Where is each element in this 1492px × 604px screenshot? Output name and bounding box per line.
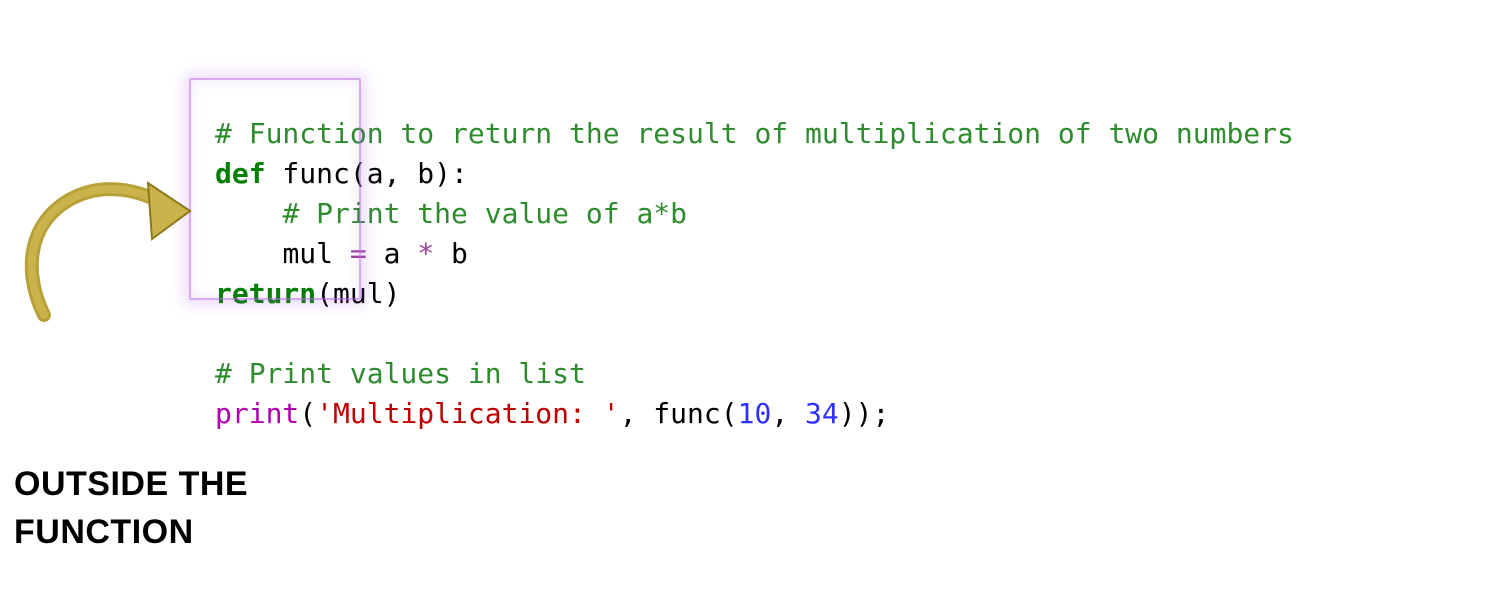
arrow-icon [14, 155, 194, 325]
tok-rparen-close: ) [384, 277, 401, 310]
tok-star: * [417, 237, 434, 270]
code-comment-3: # Print values in list [215, 357, 586, 390]
tok-popen: ( [299, 397, 316, 430]
tok-def: def [215, 157, 266, 190]
tok-argsep: , [771, 397, 805, 430]
code-comment-1: # Function to return the result of multi… [215, 117, 1294, 150]
indent [215, 237, 282, 270]
tok-lhs: mul [282, 237, 349, 270]
tok-paren-open: ( [350, 157, 367, 190]
tok-num2: 34 [805, 397, 839, 430]
annotation-label: OUTSIDE THE FUNCTION [14, 460, 248, 556]
tok-num1: 10 [738, 397, 772, 430]
tok-equals: = [350, 237, 367, 270]
tok-a: a [367, 237, 418, 270]
tok-funcall: , func( [620, 397, 738, 430]
tok-rparen-open: ( [316, 277, 333, 310]
tok-print: print [215, 397, 299, 430]
tok-return: return [215, 277, 316, 310]
tok-paren-close: ): [434, 157, 468, 190]
tok-mul: mul [333, 277, 384, 310]
tok-params: a, b [367, 157, 434, 190]
tok-funcname: func [266, 157, 350, 190]
tok-string: 'Multiplication: ' [316, 397, 619, 430]
indent [215, 197, 282, 230]
code-block: # Function to return the result of multi… [215, 74, 1294, 434]
tok-b: b [434, 237, 468, 270]
code-comment-2: # Print the value of a*b [282, 197, 687, 230]
tok-pclose: )); [839, 397, 890, 430]
